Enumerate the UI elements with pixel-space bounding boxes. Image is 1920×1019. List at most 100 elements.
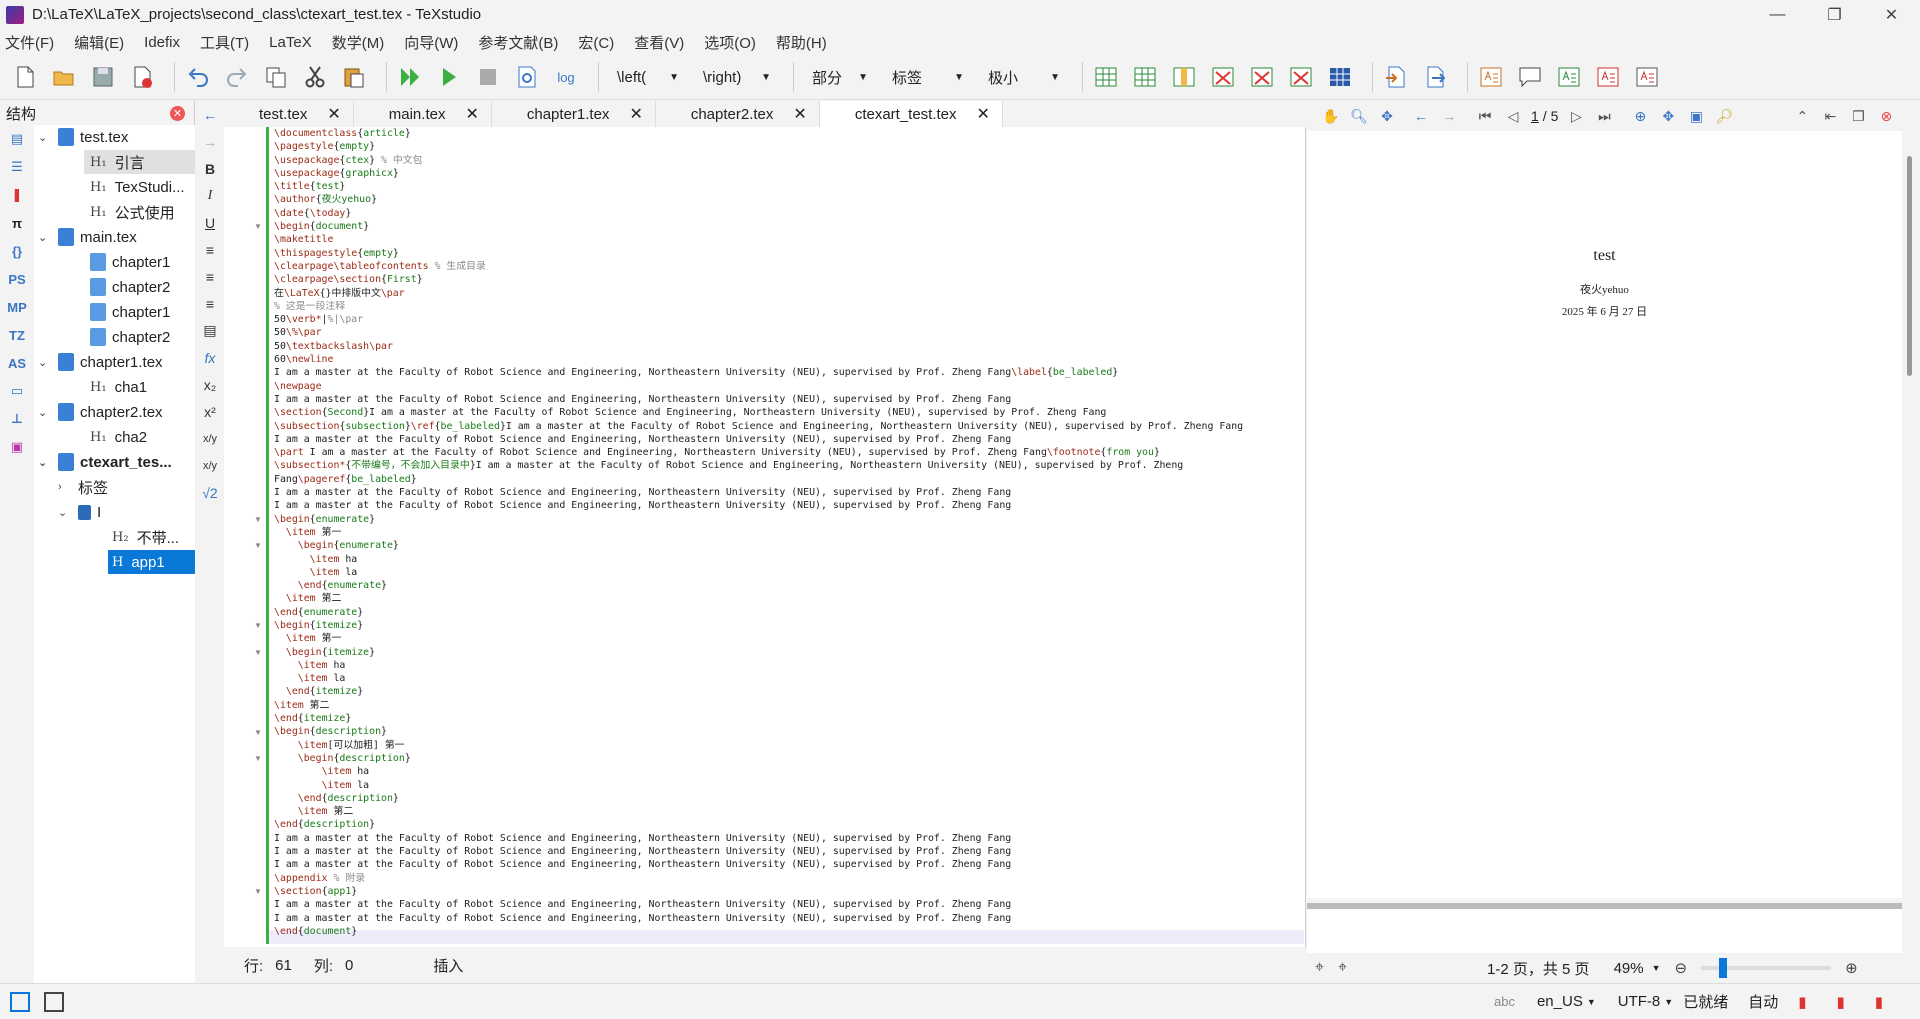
pdf-scrollbar[interactable]: [1904, 131, 1918, 898]
menu-view[interactable]: 查看(V): [634, 32, 684, 53]
tree-item[interactable]: H₁ cha1: [84, 375, 195, 399]
close-viewer-icon[interactable]: ⊗: [1872, 108, 1900, 125]
menu-wizard[interactable]: 向导(W): [404, 32, 458, 53]
move-icon[interactable]: ✥: [1373, 108, 1401, 125]
table-delete-col-icon[interactable]: [1247, 62, 1277, 92]
tree-item[interactable]: chapter2: [84, 325, 195, 349]
code-line[interactable]: \begin{itemize}: [274, 619, 1304, 632]
section-combo[interactable]: 部分 ▼: [802, 62, 876, 92]
fraction-icon[interactable]: x/y: [196, 425, 224, 452]
size-combo[interactable]: 极小 ▼: [978, 62, 1068, 92]
chevron-down-icon[interactable]: ▼: [1652, 963, 1661, 973]
italic-icon[interactable]: I: [196, 182, 224, 209]
braces-icon[interactable]: {}: [0, 237, 34, 265]
auto-status[interactable]: 自动: [1748, 991, 1778, 1012]
code-line[interactable]: \item ha: [274, 553, 1304, 566]
collapse-up-icon[interactable]: ⌃: [1788, 108, 1816, 125]
tree-item[interactable]: chapter2: [84, 275, 195, 299]
cut-icon[interactable]: [300, 62, 330, 92]
messages-icon[interactable]: ▭: [0, 377, 34, 405]
table-insert-icon[interactable]: [1130, 62, 1160, 92]
code-line[interactable]: 50\verb*|%|\par: [274, 313, 1304, 326]
zoom-out-icon[interactable]: ⊖: [1675, 959, 1688, 977]
fold-marker-icon[interactable]: ▼: [254, 754, 262, 763]
tree-item[interactable]: chapter1: [84, 300, 195, 324]
sync-to-source-icon[interactable]: ⌖: [1315, 959, 1324, 977]
gray-text-icon[interactable]: [1632, 62, 1662, 92]
code-line[interactable]: \item 第二: [274, 699, 1304, 712]
newline-icon[interactable]: ▤: [196, 317, 224, 344]
tab-chapter1-tex[interactable]: chapter1.tex ✕: [492, 101, 656, 127]
compile-icon[interactable]: [434, 62, 464, 92]
code-line[interactable]: \end{enumerate}: [274, 606, 1304, 619]
redo-icon[interactable]: [222, 62, 252, 92]
tree-item[interactable]: › 标签: [54, 475, 195, 499]
tab-main-tex[interactable]: main.tex ✕: [354, 101, 492, 127]
code-line[interactable]: \documentclass{article}: [274, 127, 1304, 140]
tabular-icon[interactable]: [1091, 62, 1121, 92]
tree-item[interactable]: ⌄ chapter2.tex: [34, 400, 195, 424]
tree-item[interactable]: H₁ cha2: [84, 425, 195, 449]
code-line[interactable]: % 这是一段注释: [274, 300, 1304, 313]
code-text[interactable]: \documentclass{article} \pagestyle{empty}…: [274, 127, 1304, 947]
code-line[interactable]: \title{test}: [274, 180, 1304, 193]
label-combo[interactable]: 标签 ▼: [882, 62, 972, 92]
view-pdf-icon[interactable]: [512, 62, 542, 92]
code-line[interactable]: \date{\today}: [274, 207, 1304, 220]
scrollbar-thumb[interactable]: [1907, 156, 1912, 376]
zoom-slider[interactable]: [1701, 958, 1832, 978]
back-arrow-icon[interactable]: ←: [196, 101, 224, 128]
menu-tools[interactable]: 工具(T): [200, 32, 249, 53]
green-text-icon[interactable]: [1554, 62, 1584, 92]
menu-help[interactable]: 帮助(H): [776, 32, 827, 53]
menu-macros[interactable]: 宏(C): [578, 32, 614, 53]
sync-to-pdf-icon[interactable]: ⌖: [1338, 959, 1347, 977]
code-line[interactable]: \part I am a master at the Faculty of Ro…: [274, 446, 1304, 459]
menu-options[interactable]: 选项(O): [704, 32, 756, 53]
code-line[interactable]: \clearpage\section{First}: [274, 273, 1304, 286]
code-line[interactable]: I am a master at the Faculty of Robot Sc…: [274, 499, 1304, 512]
zoom-slider-handle[interactable]: [1719, 958, 1728, 978]
tree-item[interactable]: Happ1: [108, 550, 195, 574]
chevron-down-icon[interactable]: ⌄: [38, 356, 52, 369]
bookmark-icon[interactable]: ▮: [1875, 993, 1883, 1011]
fold-marker-icon[interactable]: ▼: [254, 728, 262, 737]
code-line[interactable]: \begin{description}: [274, 725, 1304, 738]
close-icon[interactable]: ✕: [629, 104, 642, 124]
code-line[interactable]: \item 第一: [274, 632, 1304, 645]
code-line[interactable]: \item la: [274, 672, 1304, 685]
tree-item[interactable]: ⌄ test.tex: [34, 125, 195, 149]
code-line[interactable]: \end{itemize}: [274, 712, 1304, 725]
textbox-icon[interactable]: [1476, 62, 1506, 92]
code-line[interactable]: 50\textbackslash\par: [274, 340, 1304, 353]
code-line[interactable]: \author{夜火yehuo}: [274, 193, 1304, 206]
build-and-view-icon[interactable]: [395, 62, 425, 92]
code-line[interactable]: I am a master at the Faculty of Robot Sc…: [274, 898, 1304, 911]
menu-edit[interactable]: 编辑(E): [74, 32, 124, 53]
align-center-icon[interactable]: ≡: [196, 263, 224, 290]
code-line[interactable]: 在\LaTeX{}中排版中文\par: [274, 287, 1304, 300]
align-left-icon[interactable]: ≡: [196, 236, 224, 263]
code-line[interactable]: \end{document}: [274, 925, 1304, 938]
view-log-icon[interactable]: log: [551, 62, 581, 92]
insert-mode[interactable]: 插入: [433, 955, 463, 976]
bookmark-icon[interactable]: ▮: [1798, 993, 1806, 1011]
zoom-in-icon[interactable]: ⊕: [1845, 959, 1858, 977]
chevron-down-icon[interactable]: ⌄: [38, 131, 52, 144]
code-line[interactable]: \begin{document}: [274, 220, 1304, 233]
fit-width-icon[interactable]: ✥: [1654, 108, 1682, 125]
tree-item[interactable]: chapter1: [84, 250, 195, 274]
metapost-icon[interactable]: MP: [0, 293, 34, 321]
spellcheck-icon[interactable]: abc: [1494, 994, 1515, 1009]
fold-marker-icon[interactable]: ▼: [254, 621, 262, 630]
math-function-icon[interactable]: fx: [196, 344, 224, 371]
close-icon[interactable]: ✕: [327, 104, 340, 124]
save-icon[interactable]: [88, 62, 118, 92]
paste-icon[interactable]: [339, 62, 369, 92]
pdf-page-2[interactable]: [1307, 903, 1902, 953]
stop-icon[interactable]: [473, 62, 503, 92]
code-line[interactable]: \end{enumerate}: [274, 579, 1304, 592]
superscript-icon[interactable]: x²: [196, 398, 224, 425]
code-editor[interactable]: ▼ ▼ ▼ ▼ ▼ ▼ ▼ ▼ \documentclass{article} \pagesty…: [224, 127, 1306, 947]
code-line[interactable]: \section{Second}I am a master at the Fac…: [274, 406, 1304, 419]
